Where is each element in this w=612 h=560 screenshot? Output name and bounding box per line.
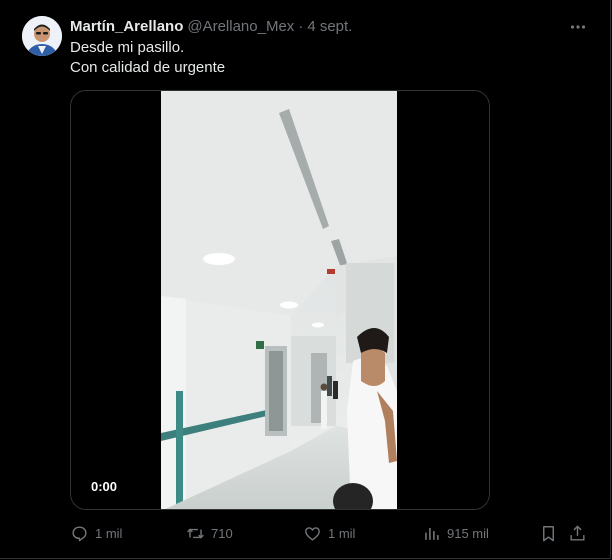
- like-count: 1 mil: [328, 525, 356, 541]
- like-button[interactable]: 1 mil: [303, 518, 355, 548]
- reply-count: 1 mil: [95, 525, 123, 541]
- bookmark-button[interactable]: [539, 518, 558, 548]
- share-icon: [570, 524, 585, 541]
- repost-count: 710: [211, 525, 233, 541]
- tweet-text: Desde mi pasillo. Con calidad de urgente: [70, 38, 225, 78]
- more-horizontal-icon: [570, 25, 586, 29]
- heart-icon: [305, 526, 320, 541]
- tweet-text-line-1: Desde mi pasillo.: [70, 39, 185, 56]
- tweet-header: Martín_Arellano @Arellano_Mex · 4 sept.: [70, 16, 352, 36]
- reply-icon: [72, 525, 87, 541]
- tweet-actions: 1 mil 710 1 mil 915 mil: [70, 518, 590, 548]
- bookmark-icon: [543, 525, 554, 541]
- video-frame-image: [161, 91, 397, 509]
- tweet-text-line-2: Con calidad de urgente: [70, 59, 226, 76]
- views-button[interactable]: 915 mil: [422, 518, 489, 548]
- tweet-date[interactable]: 4 sept.: [307, 18, 352, 35]
- author-handle[interactable]: @Arellano_Mex: [187, 18, 294, 35]
- video-timestamp: 0:00: [85, 477, 124, 497]
- hospital-corridor-video[interactable]: [161, 91, 397, 509]
- video-player[interactable]: 0:00: [70, 90, 490, 510]
- more-options-button[interactable]: [566, 17, 590, 37]
- repost-button[interactable]: 710: [186, 518, 233, 548]
- author-avatar[interactable]: [22, 16, 62, 56]
- header-separator: ·: [298, 17, 304, 35]
- reply-button[interactable]: 1 mil: [70, 518, 122, 548]
- share-button[interactable]: [568, 518, 587, 548]
- tweet-card[interactable]: Martín_Arellano @Arellano_Mex · 4 sept. …: [0, 0, 611, 559]
- author-name[interactable]: Martín_Arellano: [70, 18, 183, 35]
- views-count: 915 mil: [447, 525, 489, 541]
- views-chart-icon: [425, 527, 439, 540]
- repost-icon: [187, 528, 204, 538]
